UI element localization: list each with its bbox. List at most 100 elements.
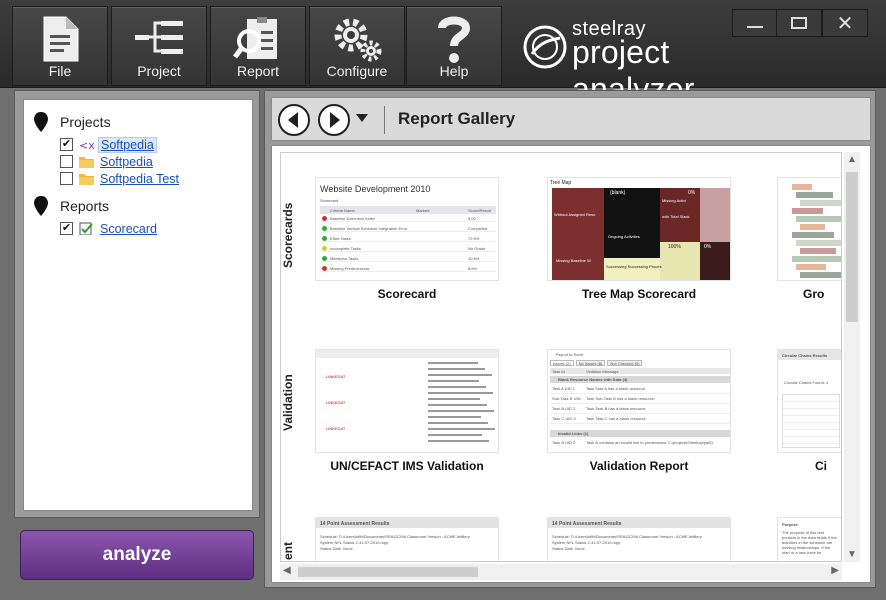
vertical-scrollbar[interactable]: ▲ ▼ [844, 152, 860, 562]
thumb-text-line [428, 398, 480, 400]
project-link[interactable]: Softpedia [98, 136, 157, 153]
gro-bar [792, 232, 834, 238]
scroll-right-icon[interactable]: ▶ [831, 565, 839, 576]
gro-bar [796, 240, 841, 246]
thumb-cell: Effort Tasks [330, 236, 351, 241]
thumb-cell: Task Task C has a blank resource. [586, 416, 647, 421]
circular-caption[interactable]: Ci [761, 459, 841, 473]
thumb-text-line [428, 380, 479, 382]
treemap-label: 0% [688, 190, 696, 196]
nav-separator [384, 106, 385, 134]
thumb-cell: Task C UID 3 [552, 416, 576, 421]
treemap-block [604, 258, 660, 280]
thumb-cell: Task A UID 1 [552, 386, 575, 391]
thumb-line: System NFL Status 2-31-07-2010.mpp [320, 540, 389, 545]
report-row[interactable]: ✔ Scorecard [60, 220, 159, 237]
file-button[interactable]: File [12, 6, 108, 86]
project-checkbox[interactable] [60, 172, 73, 185]
horizontal-scroll-thumb[interactable] [298, 567, 478, 577]
gro-bar [792, 256, 841, 262]
status-dot-icon [322, 256, 327, 261]
thumb-group: Invalid Links (1) [558, 431, 589, 436]
thumb-cell: Task Sub-Task B has a blank resource. [586, 396, 656, 401]
validation-report-thumbnail[interactable]: Report to Excel Issues (2) No Issues (8)… [547, 349, 731, 453]
thumb-row: Task B UID 2 Task Task B has a blank reso… [550, 405, 730, 414]
thumb-col: Criteria Name [330, 208, 355, 213]
thumb-title: Website Development 2010 [320, 184, 431, 194]
project-row[interactable]: Softpedia Test [60, 170, 181, 187]
minimize-button[interactable] [732, 9, 778, 37]
close-button[interactable]: ✕ [822, 9, 868, 37]
history-dropdown-icon[interactable] [356, 114, 368, 122]
help-button[interactable]: Help [406, 6, 502, 86]
thumb-row: Task A UID 1 Task Task A has a blank reso… [550, 385, 730, 394]
project-checkbox[interactable]: ✔ [60, 138, 73, 151]
scorecard-caption[interactable]: Scorecard [297, 287, 517, 301]
help-button-label: Help [439, 63, 469, 79]
gro-caption[interactable]: Gro [761, 287, 841, 301]
treemap-block [552, 188, 604, 280]
treemap-label: Ongoing Activities [608, 234, 640, 239]
scroll-up-icon[interactable]: ▲ [847, 154, 857, 165]
thumb-tabs: Issues (2) No Issues (8) Not Checked (0) [550, 360, 730, 366]
project-row[interactable]: Softpedia [60, 153, 155, 170]
configure-button[interactable]: Configure [309, 6, 405, 86]
project-button-label: Project [137, 63, 181, 79]
project-link[interactable]: Softpedia Test [98, 172, 181, 186]
vertical-scroll-thumb[interactable] [846, 172, 858, 322]
report-magnify-icon [211, 13, 305, 65]
thumb-title: Circular Chains Results [782, 353, 828, 358]
validation-report-caption[interactable]: Validation Report [529, 459, 749, 473]
thumb-title: 14 Point Assessment Results [320, 521, 390, 527]
gro-bar [800, 224, 825, 230]
project-button[interactable]: Project [111, 6, 207, 86]
tree-map-caption[interactable]: Tree Map Scorecard [529, 287, 749, 301]
thumb-row: Task C UID 3 Task Task C has a blank reso… [550, 415, 730, 424]
thumb-col: Task Id [552, 369, 565, 374]
thumb-line: LINKEDAT [326, 426, 346, 431]
thumb-title: Tree Map [550, 180, 572, 186]
thumb-text-line [428, 404, 487, 406]
close-icon: ✕ [836, 12, 854, 35]
thumb-row: Milestone Tasks 10.8% [320, 256, 496, 262]
project-link[interactable]: Softpedia [98, 155, 155, 169]
gro-bar [796, 192, 833, 198]
report-checkbox[interactable]: ✔ [60, 222, 73, 235]
scroll-left-icon[interactable]: ◀ [283, 565, 291, 576]
horizontal-scrollbar[interactable]: ◀ ▶ [280, 564, 842, 580]
maximize-button[interactable] [776, 9, 822, 37]
explorer-tree: Projects ✔ <x> Softpedia Softpedia Softp… [23, 99, 253, 511]
report-link[interactable]: Scorecard [98, 222, 159, 236]
thumb-cell: Task Task A has a blank resource. [586, 386, 647, 391]
uncefact-thumbnail[interactable]: LINKEDAT LINKEDAT LINKEDAT [315, 349, 499, 453]
uncefact-caption[interactable]: UN/CEFACT IMS Validation [297, 459, 517, 473]
thumb-tab: Not Checked (0) [607, 360, 643, 366]
gro-bar [800, 248, 836, 254]
back-button[interactable] [278, 104, 310, 136]
thumb-text-line [428, 440, 489, 442]
scorecard-icon [79, 222, 93, 235]
thumb-cell: No Grade [468, 246, 486, 251]
gears-icon [310, 13, 404, 65]
status-dot-icon [322, 266, 327, 271]
assessment-thumbnail-2[interactable]: 14 Point Assessment Results Schedule: D:… [547, 517, 731, 561]
purpose-thumbnail[interactable]: Purpose The purpose of this test predict… [777, 517, 841, 561]
circular-thumbnail[interactable]: Circular Chains Results Circular Chains … [777, 349, 841, 453]
scroll-down-icon[interactable]: ▼ [847, 549, 857, 560]
gro-thumbnail[interactable] [777, 177, 841, 281]
row-label-scorecards: Scorecards [281, 202, 295, 268]
tree-map-thumbnail[interactable]: Tree Map (blank) Without Assigned Reso M… [547, 177, 731, 281]
assessment-thumbnail-1[interactable]: 14 Point Assessment Results Schedule: D:… [315, 517, 499, 561]
report-button[interactable]: Report [210, 6, 306, 86]
thumb-cell: Completed [468, 226, 488, 231]
thumb-row: Baseline Execution Index 3.00 [320, 216, 496, 222]
analyze-button[interactable]: analyze [20, 530, 254, 580]
status-dot-icon [322, 226, 327, 231]
thumb-text-line [428, 386, 486, 388]
treemap-label: Successing Successing Proces [606, 264, 662, 269]
treemap-label: 0% [704, 244, 712, 250]
scorecard-thumbnail[interactable]: Website Development 2010 Scorecard Crite… [315, 177, 499, 281]
forward-button[interactable] [318, 104, 350, 136]
project-checkbox[interactable] [60, 155, 73, 168]
project-row[interactable]: ✔ <x> Softpedia [60, 136, 157, 153]
